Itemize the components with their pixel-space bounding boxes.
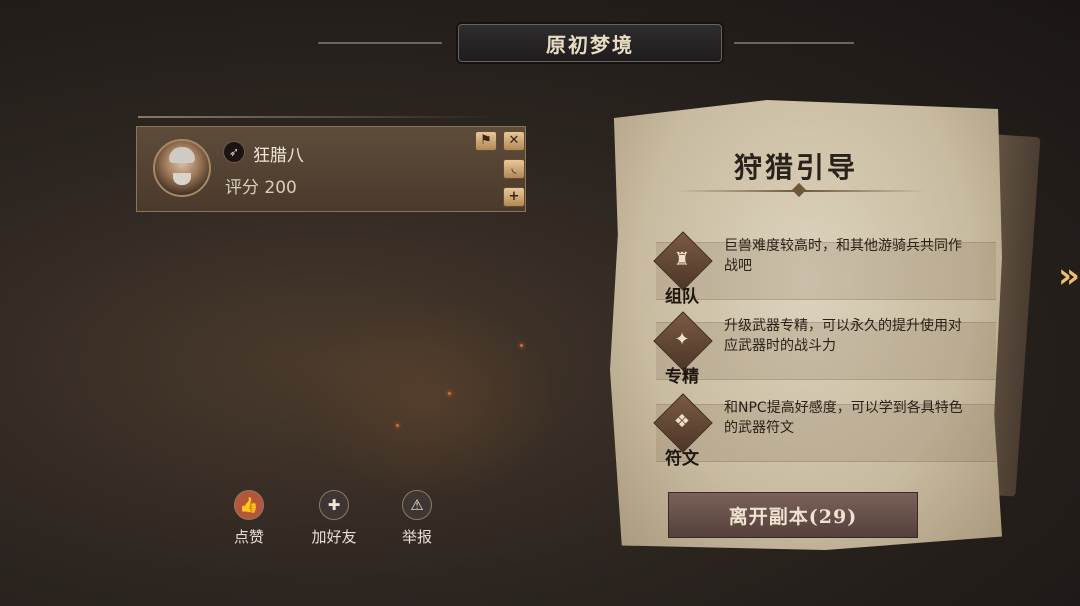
- guide-title: 狩猎引导: [733, 151, 858, 184]
- guide-tip-team: ♜ 组队 巨兽难度较高时，和其他游骑兵共同作战吧: [640, 231, 996, 314]
- warning-icon: ⚠: [402, 490, 432, 520]
- title-line-left: [318, 42, 442, 44]
- rune-icon: ❖: [673, 411, 691, 432]
- like-button[interactable]: 👍 点赞: [209, 490, 289, 547]
- horn-icon[interactable]: ◟: [503, 159, 525, 179]
- run-icon[interactable]: ⚑: [475, 131, 497, 151]
- title-line-right: [734, 42, 854, 44]
- tip-text: 巨兽难度较高时，和其他游骑兵共同作战吧: [724, 238, 962, 274]
- player-card[interactable]: ➶ 狂腊八 评分 200 ⚑ ✕ ◟ +: [136, 126, 526, 212]
- ember-particle: [520, 344, 523, 347]
- like-label: 点赞: [233, 528, 264, 546]
- guide-tip-rune: ❖ 符文 和NPC提高好感度，可以学到各具特色的武器符文: [640, 393, 996, 476]
- tip-label: 专精: [665, 367, 699, 387]
- player-name: 狂腊八: [253, 146, 304, 166]
- mastery-icon: ✦: [674, 329, 690, 350]
- bow-icon: ➶: [223, 141, 245, 163]
- avatar-hair: [169, 147, 195, 163]
- report-button[interactable]: ⚠ 举报: [377, 490, 457, 547]
- player-score: 评分 200: [225, 178, 297, 198]
- tip-text: 升级武器专精，可以永久的提升使用对应武器时的战斗力: [724, 318, 962, 354]
- add-friend-button[interactable]: ✚ 加好友: [294, 490, 374, 547]
- tip-label: 符文: [665, 449, 699, 469]
- add-friend-icon: ✚: [319, 490, 349, 520]
- ember-particle: [448, 392, 451, 395]
- leave-dungeon-button[interactable]: 离开副本(29): [668, 492, 918, 538]
- page-title: 原初梦境: [458, 24, 722, 62]
- chevron-right-icon[interactable]: »: [1058, 254, 1080, 298]
- plus-icon[interactable]: +: [503, 187, 525, 207]
- card-divider: [138, 116, 498, 118]
- avatar-beard: [173, 173, 191, 185]
- crossed-swords-icon[interactable]: ✕: [503, 131, 525, 151]
- tip-text: 和NPC提高好感度，可以学到各具特色的武器符文: [724, 400, 963, 436]
- thumbs-up-icon: 👍: [234, 490, 264, 520]
- guide-tip-mastery: ✦ 专精 升级武器专精，可以永久的提升使用对应武器时的战斗力: [640, 311, 996, 394]
- ember-particle: [396, 424, 399, 427]
- helmet-icon: ♜: [673, 249, 691, 270]
- add-friend-label: 加好友: [311, 528, 357, 546]
- avatar[interactable]: [153, 139, 211, 197]
- background-glow: [300, 300, 560, 500]
- tip-label: 组队: [665, 287, 699, 307]
- report-label: 举报: [401, 528, 432, 546]
